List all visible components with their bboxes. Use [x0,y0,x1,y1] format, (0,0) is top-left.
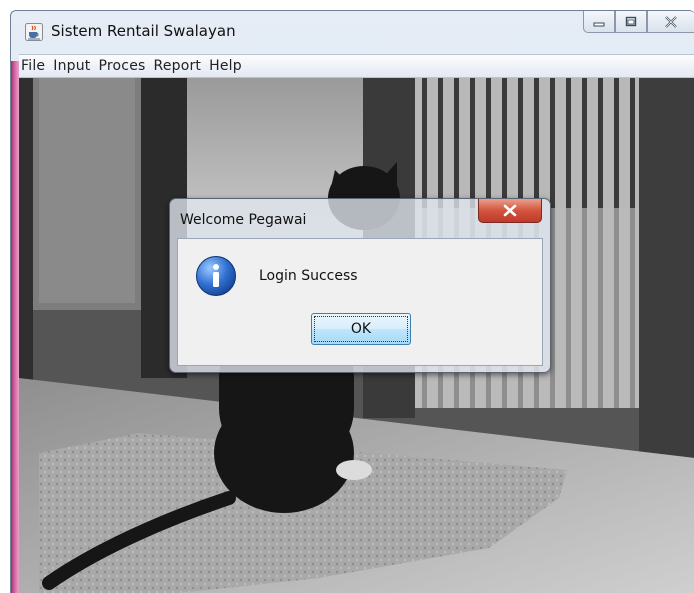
menu-file[interactable]: File [19,58,49,74]
ok-button-label: OK [350,321,372,337]
menu-bar: File Input Proces Report Help [19,54,694,78]
window-frame-edge [11,61,19,593]
window-controls [583,11,694,35]
menu-proces[interactable]: Proces [95,58,150,74]
minimize-button[interactable] [583,11,615,33]
menu-report[interactable]: Report [150,58,206,74]
dialog-body: Login Success OK [177,238,543,366]
close-icon [665,15,677,28]
dialog-title: Welcome Pegawai [180,212,307,228]
close-icon [503,204,517,217]
message-dialog: Welcome Pegawai Login Success OK [169,198,551,373]
dialog-close-button[interactable] [478,199,542,223]
dialog-message: Login Success [259,268,358,284]
title-bar[interactable]: Sistem Rentail Swalayan [11,11,694,53]
ok-button[interactable]: OK [311,313,411,345]
info-icon [195,255,237,297]
menu-help[interactable]: Help [205,58,246,74]
maximize-icon [625,16,637,27]
maximize-button[interactable] [615,11,647,33]
minimize-icon [593,22,605,26]
close-button[interactable] [647,11,694,33]
java-cup-icon [25,23,43,41]
menu-input[interactable]: Input [49,58,94,74]
window-title: Sistem Rentail Swalayan [51,22,236,40]
